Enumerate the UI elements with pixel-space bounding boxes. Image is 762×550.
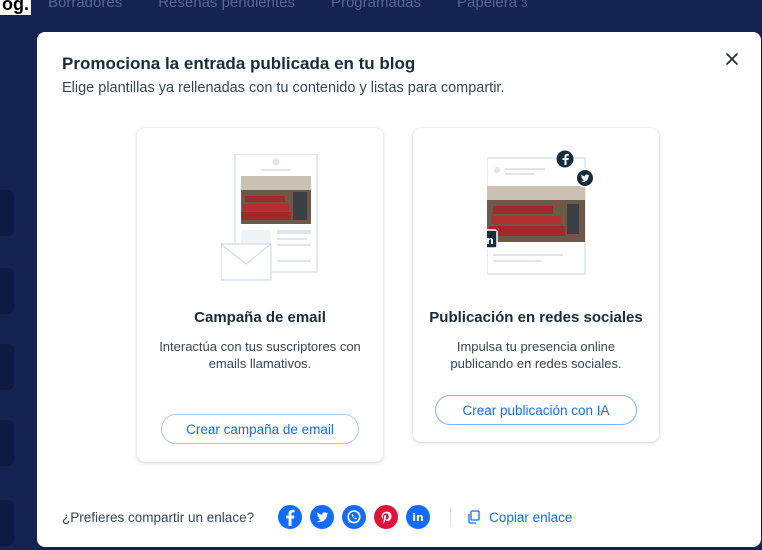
modal-subtitle: Elige plantillas ya rellenadas con tu co… [62, 80, 505, 96]
background-block [0, 420, 14, 466]
email-campaign-card[interactable]: Campaña de email Interactúa con tus susc… [137, 128, 383, 462]
tab-drafts[interactable]: Borradores [48, 0, 122, 11]
svg-text:in: in [412, 511, 424, 524]
background-block [0, 344, 14, 390]
pinterest-icon [374, 505, 399, 529]
linkedin-icon: in [487, 229, 498, 249]
tab-pending-reviews[interactable]: Reseñas pendientes [158, 0, 295, 11]
facebook-icon [278, 505, 303, 529]
corner-text: og. [0, 0, 31, 15]
social-card-title: Publicación en redes sociales [429, 309, 643, 326]
share-twitter-button[interactable] [310, 505, 335, 529]
copy-link-button[interactable]: Copiar enlace [467, 510, 572, 525]
social-card-description: Impulsa tu presencia online publicando e… [450, 339, 622, 371]
social-post-illustration: in [487, 150, 595, 275]
share-linkedin-button[interactable]: in [406, 505, 431, 529]
email-card-description: Interactúa con tus suscriptores con emai… [159, 339, 361, 371]
tab-trash[interactable]: Papelera 3 [457, 0, 527, 11]
background-block [0, 268, 14, 314]
email-template-illustration [221, 154, 318, 281]
close-icon [726, 53, 738, 65]
background-block [0, 500, 14, 546]
share-pinterest-button[interactable] [374, 505, 399, 529]
share-whatsapp-button[interactable] [342, 505, 367, 529]
share-footer: ¿Prefieres compartir un enlace? in Copia… [62, 502, 742, 532]
whatsapp-icon [342, 505, 367, 529]
email-card-title: Campaña de email [194, 309, 326, 326]
footer-divider [450, 507, 452, 527]
background-block [0, 190, 14, 236]
linkedin-icon: in [406, 505, 431, 529]
twitter-icon [310, 505, 335, 529]
share-link-label: ¿Prefieres compartir un enlace? [62, 509, 255, 525]
trash-count-badge: 3 [521, 0, 528, 10]
create-social-post-button[interactable]: Crear publicación con IA [435, 395, 637, 425]
copy-icon [468, 510, 480, 524]
modal-title: Promociona la entrada publicada en tu bl… [62, 54, 416, 73]
share-facebook-button[interactable] [278, 505, 303, 529]
tab-scheduled[interactable]: Programadas [331, 0, 421, 11]
social-post-card[interactable]: in Publicación en redes sociales Impulsa… [413, 128, 659, 442]
twitter-icon [575, 168, 595, 188]
promote-post-modal: Promociona la entrada publicada en tu bl… [37, 32, 761, 547]
create-email-campaign-button[interactable]: Crear campaña de email [161, 414, 359, 444]
close-button[interactable] [723, 50, 741, 68]
svg-text:in: in [487, 234, 494, 247]
background-tabs: Borradores Reseñas pendientes Programada… [48, 0, 527, 11]
copy-link-label: Copiar enlace [489, 509, 573, 525]
